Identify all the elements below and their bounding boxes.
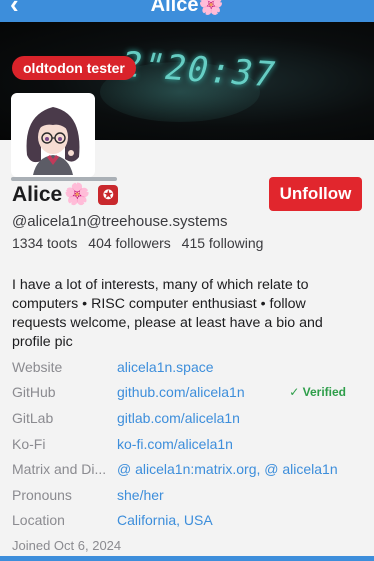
profile-tag-badge: oldtodon tester — [12, 56, 136, 80]
field-link[interactable]: github.com/alicela1n — [117, 384, 245, 400]
verified-badge: ✓ Verified — [289, 385, 346, 400]
field-label: Website — [12, 358, 63, 375]
nav-bar: ‹ Alice🌸 — [0, 0, 374, 22]
field-label: Matrix and Di... — [12, 461, 107, 478]
field-label: Location — [12, 512, 65, 529]
field-link[interactable]: ko-fi.com/alicela1n — [117, 436, 233, 452]
bot-badge-icon: ✪ — [98, 185, 119, 205]
field-label: GitHub — [12, 384, 56, 401]
flower-emoji-icon: 🌸 — [64, 183, 91, 206]
account-handle: @alicela1n@treehouse.systems — [12, 213, 228, 230]
field-link[interactable]: gitlab.com/alicela1n — [117, 410, 240, 426]
account-stats: 1334 toots 404 followers 415 following — [12, 235, 263, 251]
avatar-illustration — [13, 95, 93, 175]
field-link[interactable]: @ alicela1n:matrix.org, @ alicela1n — [117, 461, 338, 477]
unfollow-button[interactable]: Unfollow — [269, 177, 362, 211]
field-website: Website alicela1n.space — [12, 354, 364, 380]
followers-count[interactable]: 404 followers — [88, 235, 171, 251]
display-name: Alice — [12, 183, 63, 206]
profile-fields: Website alicela1n.space GitHub github.co… — [12, 354, 364, 533]
following-count[interactable]: 415 following — [182, 235, 264, 251]
field-label: Pronouns — [12, 486, 72, 503]
profile-bio: I have a lot of interests, many of which… — [12, 277, 323, 350]
avatar[interactable] — [11, 93, 95, 177]
bottom-tab-bar-edge — [0, 556, 374, 561]
field-pronouns: Pronouns she/her — [12, 482, 364, 508]
field-label: GitLab — [12, 409, 54, 426]
field-value: she/her — [117, 486, 164, 503]
field-label: Ko-Fi — [12, 435, 46, 452]
field-gitlab: GitLab gitlab.com/alicela1n — [12, 405, 364, 431]
nav-title: Alice🌸 — [150, 0, 224, 16]
joined-date: Joined Oct 6, 2024 — [12, 538, 122, 553]
field-value: California, USA — [117, 512, 213, 529]
field-link[interactable]: alicela1n.space — [117, 359, 214, 375]
field-location: Location California, USA — [12, 508, 364, 534]
field-kofi: Ko-Fi ko-fi.com/alicela1n — [12, 431, 364, 457]
display-name-row: Alice 🌸 ✪ — [12, 181, 119, 209]
field-matrix: Matrix and Di... @ alicela1n:matrix.org,… — [12, 456, 364, 482]
field-github: GitHub github.com/alicela1n ✓ Verified — [12, 380, 364, 406]
toots-count[interactable]: 1334 toots — [12, 235, 77, 251]
